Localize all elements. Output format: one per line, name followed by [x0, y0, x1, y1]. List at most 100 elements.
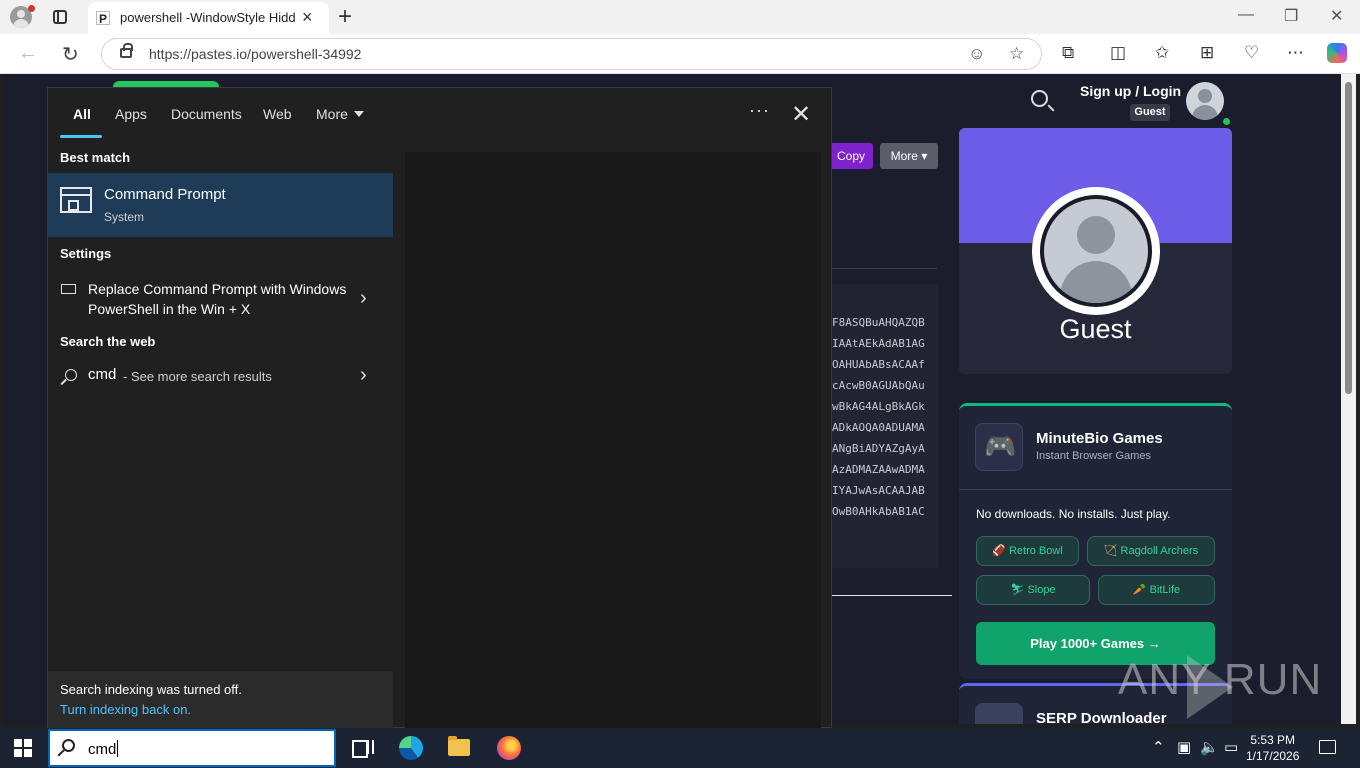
tab-title: powershell -WindowStyle Hidden [120, 10, 296, 25]
search-input[interactable]: cmd [88, 740, 119, 758]
settings-more-icon[interactable]: ⋯ [1287, 43, 1304, 63]
result-command-prompt[interactable]: Command Prompt System [48, 173, 393, 237]
setting-label: Replace Command Prompt with Windows Powe… [88, 281, 347, 317]
close-window-icon[interactable]: ✕ [1330, 6, 1343, 26]
split-screen-icon[interactable]: ◫ [1110, 43, 1126, 63]
favorite-star-icon[interactable]: ☆ [1009, 44, 1024, 64]
more-button[interactable]: More ▾ [880, 143, 938, 169]
result-subtitle: System [104, 210, 145, 224]
guest-badge: Guest [1130, 104, 1170, 121]
reader-icon[interactable]: ☺ [968, 44, 985, 64]
profile-card: Guest [959, 128, 1232, 374]
url-text[interactable]: https://pastes.io/powershell-34992 [149, 46, 361, 62]
text-cursor [117, 740, 119, 757]
taskbar-search-box[interactable]: cmd [48, 729, 336, 767]
user-avatar[interactable] [1186, 82, 1224, 120]
minimize-icon[interactable]: — [1238, 6, 1254, 24]
close-tab-icon[interactable]: × [302, 7, 313, 28]
result-title: Command Prompt [104, 186, 226, 203]
command-prompt-icon [60, 187, 92, 213]
signup-login-link[interactable]: Sign up / Login [1080, 83, 1181, 99]
code-line: IAAtAEkAdAB1AG [832, 337, 925, 350]
game-chip-retro-bowl[interactable]: 🏈 Retro Bowl [976, 536, 1079, 566]
collections-icon[interactable]: ⊞ [1200, 43, 1214, 63]
game-chip-slope[interactable]: ⛷ Slope [976, 575, 1090, 605]
close-icon[interactable]: ✕ [791, 100, 811, 129]
result-replace-command-prompt[interactable]: Replace Command Prompt with Windows Powe… [48, 275, 393, 325]
divider [832, 268, 937, 269]
pastes-favicon-icon: P [96, 11, 110, 26]
address-bar[interactable]: https://pastes.io/powershell-34992 ☺ ☆ [101, 38, 1042, 70]
lock-icon[interactable] [120, 43, 133, 58]
restore-icon[interactable]: ❐ [1284, 6, 1298, 26]
more-options-icon[interactable]: ··· [749, 100, 770, 121]
search-query: cmd [88, 741, 117, 758]
tab-all[interactable]: All [73, 106, 91, 122]
tab-more[interactable]: More [316, 106, 364, 122]
serp-logo-icon [975, 703, 1023, 724]
code-line: cAcwB0AGUAbQAu [832, 379, 925, 392]
indexing-text: Search indexing was turned off. [60, 682, 242, 697]
games-title[interactable]: MinuteBio Games [1036, 430, 1163, 447]
new-tab-icon[interactable]: + [338, 3, 352, 31]
site-search-icon[interactable] [1031, 90, 1048, 107]
game-chip-bitlife[interactable]: 🥕 BitLife [1098, 575, 1215, 605]
browser-tab-active[interactable]: P powershell -WindowStyle Hidden × [88, 2, 329, 34]
web-more-text: - See more search results [123, 369, 272, 384]
browser-essentials-icon[interactable]: ♡ [1244, 43, 1259, 63]
chevron-up-icon[interactable]: ⌃ [1152, 738, 1165, 756]
code-line: wBkAG4ALgBkAGk [832, 400, 925, 413]
windows-start-icon[interactable] [14, 739, 32, 757]
divider [959, 489, 1232, 490]
games-subtitle: Instant Browser Games [1036, 450, 1151, 462]
clock-time: 5:53 PM [1250, 733, 1296, 747]
notification-icon[interactable] [1319, 740, 1336, 754]
code-line: ADkAOQA0ADUAMA [832, 421, 925, 434]
monitor-icon [61, 284, 76, 294]
tab-documents[interactable]: Documents [171, 106, 242, 122]
code-line: AzADMAZAAwADMA [832, 463, 925, 476]
edge-browser-icon[interactable] [399, 736, 423, 760]
turn-indexing-on-link[interactable]: Turn indexing back on. [60, 702, 191, 717]
web-query: cmd [88, 366, 117, 383]
result-web-search[interactable]: cmd - See more search results › [48, 360, 393, 394]
task-view-icon[interactable] [350, 736, 374, 760]
scroll-thumb[interactable] [1345, 82, 1352, 394]
gamepad-icon [975, 423, 1023, 471]
games-tagline: No downloads. No installs. Just play. [976, 507, 1171, 521]
code-line: OwB0AHkAbAB1AC [832, 505, 925, 518]
back-icon[interactable]: ← [18, 42, 38, 65]
code-line: OAHUAbABsACAAf [832, 358, 925, 371]
extensions-icon[interactable]: ⧉ [1062, 43, 1074, 63]
games-ad-card: MinuteBio Games Instant Browser Games No… [959, 403, 1232, 679]
taskbar: cmd ⌃ ▣ 🔈 ▭ 5:53 PM 1/17/2026 [0, 728, 1360, 768]
refresh-icon[interactable]: ↻ [62, 42, 79, 67]
best-match-heading: Best match [60, 150, 131, 165]
code-line: F8ASQBuAHQAZQB [832, 316, 925, 329]
code-line: IYAJwAsACAAJAB [832, 484, 925, 497]
tab-apps[interactable]: Apps [115, 106, 147, 122]
firefox-icon[interactable] [497, 736, 521, 760]
meet-now-icon[interactable]: ▣ [1177, 738, 1191, 756]
search-icon [62, 739, 75, 752]
file-explorer-icon[interactable] [448, 736, 470, 756]
code-line: ANgBiADYAZgAyA [832, 442, 925, 455]
divider [832, 595, 952, 596]
tab-web[interactable]: Web [263, 106, 292, 122]
serp-title[interactable]: SERP Downloader [1036, 710, 1167, 724]
result-preview-pane [405, 152, 821, 729]
tab-more-label: More [316, 106, 348, 122]
chevron-down-icon [353, 111, 364, 117]
game-chip-ragdoll-archers[interactable]: 🏹 Ragdoll Archers [1087, 536, 1215, 566]
copy-button[interactable]: Copy [832, 143, 873, 169]
online-status-dot [1221, 116, 1232, 127]
system-clock[interactable]: 5:53 PM 1/17/2026 [1246, 732, 1299, 764]
network-icon[interactable]: ▭ [1224, 738, 1238, 756]
paste-code-block[interactable]: F8ASQBuAHQAZQB IAAtAEkAdAB1AG OAHUAbABsA… [832, 284, 938, 568]
tab-actions-icon[interactable] [53, 10, 67, 24]
copilot-icon[interactable] [1327, 43, 1347, 63]
page-scrollbar[interactable] [1341, 74, 1356, 724]
favorites-icon[interactable]: ✩ [1155, 43, 1169, 63]
search-results-list: Best match Command Prompt System Setting… [48, 140, 393, 729]
volume-icon[interactable]: 🔈 [1200, 738, 1219, 756]
